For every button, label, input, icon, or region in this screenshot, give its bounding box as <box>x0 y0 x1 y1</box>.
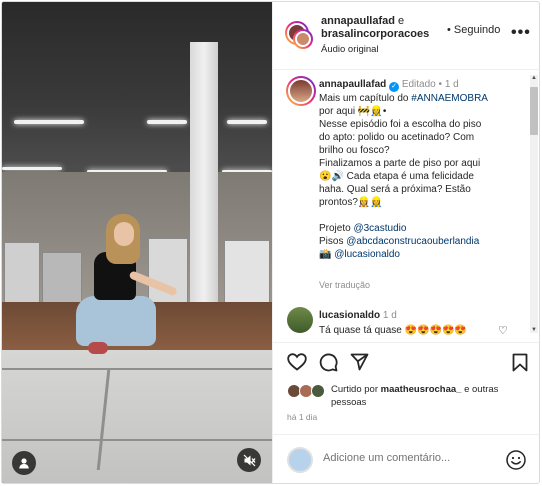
video-pillar <box>190 42 218 322</box>
mute-button[interactable] <box>237 448 261 472</box>
scroll-down-arrow-icon[interactable]: ▼ <box>530 327 538 333</box>
likes-summary: Curtido por maatheusrochaa_ e outras pes… <box>273 378 539 410</box>
caption-line: Finalizamos a parte de piso por aqui <box>319 158 481 169</box>
emoji-icon[interactable] <box>505 449 527 471</box>
more-options-icon[interactable]: ••• <box>511 24 531 42</box>
likes-suffix[interactable]: e outras <box>464 384 498 395</box>
post-header: annapaullafad e brasalincorporacoes Áudi… <box>273 2 539 70</box>
caption-line: Mais um capítulo do <box>319 93 409 104</box>
camera-emoji: 📸 <box>319 249 332 260</box>
likes-text: Curtido por maatheusrochaa_ e outras pes… <box>331 383 531 409</box>
user-icon <box>19 458 29 469</box>
mention-link[interactable]: @3castudio <box>353 223 406 234</box>
commenter-username[interactable]: lucasionaldo <box>319 310 380 321</box>
comment-icon[interactable] <box>319 353 338 372</box>
comment-like-heart-icon[interactable]: ♡ <box>498 324 508 337</box>
caption-line: prontos?👷‍♀️👷‍♀️ <box>319 197 383 208</box>
bookmark-icon[interactable] <box>512 353 528 372</box>
comment-age: 1 d <box>382 310 397 321</box>
comment-text: Tá quase tá quase 😍😍😍😍😍 <box>319 325 467 336</box>
comment-header: lucasionaldo 1 d <box>319 310 397 321</box>
caption: annapaullafad ✓ Editado • 1 d Mais um ca… <box>319 79 488 260</box>
commenter-avatar[interactable] <box>287 307 313 333</box>
liker-avatar <box>311 384 325 398</box>
scroll-up-arrow-icon[interactable]: ▲ <box>530 75 538 81</box>
verified-icon: ✓ <box>389 82 400 92</box>
author-username[interactable]: annapaullafad <box>321 15 395 27</box>
caption-line: do apto: polido ou acetinado? Com <box>319 132 475 143</box>
video-ceiling <box>2 2 272 172</box>
liker-username[interactable]: maatheusrochaa_ <box>381 384 462 395</box>
see-translation-link[interactable]: Ver tradução <box>319 280 370 290</box>
original-audio-link[interactable]: Áudio original <box>321 44 379 55</box>
credit-label: Pisos <box>319 236 344 247</box>
post-video[interactable] <box>2 2 272 483</box>
heart-icon[interactable] <box>287 353 307 371</box>
collab-usernames: annapaullafad e brasalincorporacoes <box>321 15 429 41</box>
caption-username[interactable]: annapaullafad <box>319 79 386 90</box>
mention-link[interactable]: @lucasionaldo <box>334 249 400 260</box>
video-floor-tile <box>2 350 272 483</box>
comment-input[interactable]: Adicione um comentário... <box>323 452 450 464</box>
edited-label: Editado <box>401 79 436 90</box>
post-dialog: annapaullafad e brasalincorporacoes Áudi… <box>1 1 540 484</box>
caption-line: 😮🔊 Cada etapa é uma felicidade <box>319 171 474 182</box>
caption-age[interactable]: 1 d <box>445 79 459 90</box>
credit-label: Projeto <box>319 223 351 234</box>
coauthor-avatar[interactable] <box>295 31 311 47</box>
following-button[interactable]: • Seguindo <box>447 24 500 36</box>
caption-line: brilho ou fosco? <box>319 145 390 156</box>
collab-conjunction: e <box>398 15 405 27</box>
scrollbar-thumb[interactable] <box>530 87 538 135</box>
coauthor-username[interactable]: brasalincorporacoes <box>321 28 429 40</box>
share-icon[interactable] <box>350 353 369 371</box>
likes-line2[interactable]: pessoas <box>331 397 366 408</box>
caption-avatar[interactable] <box>288 78 314 104</box>
action-bar <box>273 342 539 378</box>
caption-line: por aqui 🚧👷‍♀️• <box>319 106 387 117</box>
tagged-users-button[interactable] <box>12 451 36 475</box>
comments-section: annapaullafad ✓ Editado • 1 d Mais um ca… <box>273 71 539 341</box>
caption-line: Nesse episódio foi a escolha do piso <box>319 119 482 130</box>
add-comment-bar: Adicione um comentário... <box>273 434 539 483</box>
mute-icon <box>243 454 256 466</box>
current-user-avatar <box>287 447 313 473</box>
hashtag-link[interactable]: #ANNAEMOBRA <box>411 93 488 104</box>
likes-prefix: Curtido por <box>331 384 378 395</box>
post-time[interactable]: há 1 dia <box>287 412 317 422</box>
post-panel: annapaullafad e brasalincorporacoes Áudi… <box>272 2 539 483</box>
caption-line: haha. Qual será a próxima? Estão <box>319 184 471 195</box>
bullet-separator: • <box>447 24 451 36</box>
following-label: Seguindo <box>453 24 501 36</box>
mention-link[interactable]: @abcdaconstrucaouberlandia <box>346 236 479 247</box>
